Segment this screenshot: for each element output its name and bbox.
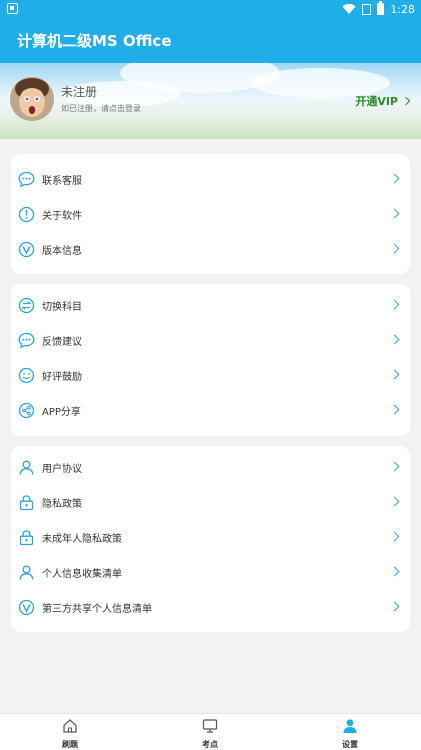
menu-item-label: 未成年人隐私政策 (42, 534, 122, 545)
menu-item-label: 联系客服 (42, 176, 82, 187)
menu-item-label: 反馈建议 (42, 337, 82, 348)
status-bar: 1:28 (0, 0, 421, 18)
menu-item-label: 版本信息 (42, 246, 82, 257)
user-icon (19, 565, 34, 580)
vip-button[interactable]: 开通VIP (355, 93, 411, 109)
chevron-right-icon (389, 496, 400, 507)
info-icon (18, 206, 35, 223)
smile-icon (18, 367, 35, 384)
version-icon (18, 599, 35, 616)
app-title: 计算机二级MS Office (17, 32, 172, 50)
menu-item-label: 好评鼓励 (42, 372, 82, 383)
menu-item-version[interactable]: 版本信息 (11, 232, 410, 267)
share-icon (18, 402, 35, 419)
login-hint[interactable]: 如已注册，请点击登录 (61, 103, 141, 114)
vip-label: 开通VIP (355, 95, 398, 108)
menu-item-rate[interactable]: 好评鼓励 (11, 358, 410, 393)
menu-item-third-party-sharing[interactable]: 第三方共享个人信息清单 (11, 590, 410, 625)
chevron-right-icon (389, 208, 400, 219)
menu-item-label: 用户协议 (42, 464, 82, 475)
nav-tab-settings[interactable]: 设置 (310, 714, 390, 750)
chevron-right-icon (389, 601, 400, 612)
user-icon (19, 460, 34, 475)
settings-group: 联系客服 关于软件 版本信息 (11, 154, 410, 274)
menu-item-privacy-policy[interactable]: 隐私政策 (11, 485, 410, 520)
settings-group: 用户协议 隐私政策 未成年人隐私政策 个人信息收集清单 第三方共享个人信息清单 (11, 446, 410, 632)
chevron-right-icon (389, 334, 400, 345)
nav-label: 设置 (342, 740, 358, 749)
chevron-right-icon (389, 531, 400, 542)
status-time: 1:28 (390, 2, 415, 16)
version-icon (18, 241, 35, 258)
avatar[interactable] (10, 77, 54, 121)
status-icons: 1:28 (342, 1, 415, 17)
menu-item-user-agreement[interactable]: 用户协议 (11, 450, 410, 485)
chevron-right-icon (389, 404, 400, 415)
chevron-right-icon (389, 566, 400, 577)
chevron-right-icon (389, 369, 400, 380)
chevron-right-icon (389, 173, 400, 184)
battery-icon (377, 1, 385, 15)
monitor-icon (202, 719, 218, 733)
notification-icon (7, 3, 18, 14)
menu-item-label: 隐私政策 (42, 499, 82, 510)
person-icon (343, 719, 357, 733)
menu-item-feedback[interactable]: 反馈建议 (11, 323, 410, 358)
menu-item-label: APP分享 (42, 407, 81, 418)
menu-item-contact-support[interactable]: 联系客服 (11, 162, 410, 197)
lock-icon (19, 530, 34, 546)
chevron-right-icon (389, 461, 400, 472)
nav-tab-key-points[interactable]: 考点 (170, 714, 250, 750)
menu-item-switch-subject[interactable]: 切换科目 (11, 288, 410, 323)
menu-item-label: 切换科目 (42, 302, 82, 313)
feedback-icon (18, 332, 35, 349)
chevron-right-icon (401, 96, 411, 106)
lock-icon (19, 495, 34, 511)
sim-icon (362, 3, 372, 15)
user-name[interactable]: 未注册 (61, 83, 97, 100)
wifi-icon (342, 3, 356, 15)
chevron-right-icon (389, 243, 400, 254)
bottom-nav: 刷题 考点 设置 (0, 713, 421, 750)
app-bar: 计算机二级MS Office (0, 18, 421, 63)
switch-icon (18, 297, 35, 314)
chevron-right-icon (389, 299, 400, 310)
nav-label: 刷题 (62, 740, 78, 749)
nav-label: 考点 (202, 740, 218, 749)
profile-header[interactable]: 未注册 如已注册，请点击登录 开通VIP (0, 63, 421, 139)
menu-item-label: 第三方共享个人信息清单 (42, 604, 152, 615)
settings-group: 切换科目 反馈建议 好评鼓励 APP分享 (11, 284, 410, 436)
chat-bubble-icon (18, 171, 35, 188)
nav-tab-practice[interactable]: 刷题 (30, 714, 110, 750)
menu-item-label: 关于软件 (42, 211, 82, 222)
menu-item-share-app[interactable]: APP分享 (11, 393, 410, 428)
menu-item-minor-privacy-policy[interactable]: 未成年人隐私政策 (11, 520, 410, 555)
home-icon (63, 719, 77, 733)
menu-item-label: 个人信息收集清单 (42, 569, 122, 580)
menu-item-personal-info-list[interactable]: 个人信息收集清单 (11, 555, 410, 590)
menu-item-about[interactable]: 关于软件 (11, 197, 410, 232)
